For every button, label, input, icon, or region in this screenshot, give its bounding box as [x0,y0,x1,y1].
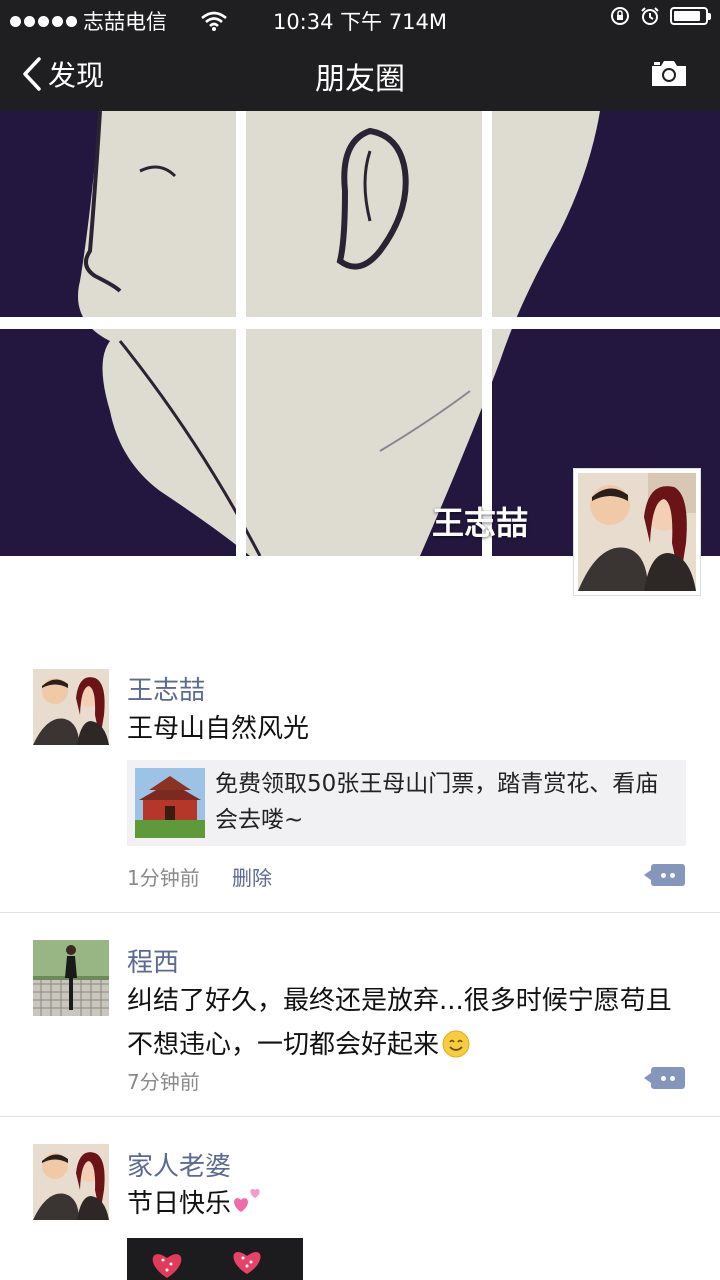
couple-avatar-photo [33,669,109,745]
status-bar: 志喆电信 10:34 下午 714M [0,0,720,36]
alarm-icon [641,7,659,25]
post-text: 王母山自然风光 [127,714,310,744]
post-author-name[interactable]: 王志喆 [127,670,205,707]
post-author-name[interactable]: 程西 [127,942,179,979]
post-text-content: 纠结了好久，最终还是放弃...很多时候宁愿苟且不想违心，一切都会好起来 [127,986,672,1060]
post-time: 7分钟前 [127,1070,200,1094]
delete-button[interactable]: 删除 [232,862,272,891]
nav-bar: 发现 朋友圈 [0,36,720,111]
comment-button[interactable] [644,864,685,886]
shared-link-title: 免费领取50张王母山门票，踏青赏花、看庙会去喽~ [215,771,659,833]
post-image[interactable] [127,1238,303,1280]
shared-link-card[interactable]: 免费领取50张王母山门票，踏青赏花、看庙会去喽~ [127,760,686,846]
profile-avatar[interactable] [573,468,701,596]
couple-avatar-photo [33,1144,109,1220]
rotation-lock-icon [611,7,629,25]
smile-emoji-icon [442,1030,470,1058]
post-avatar[interactable] [33,1144,109,1220]
post-divider [0,912,720,913]
heart-cookies-photo [127,1238,303,1280]
post-author-name[interactable]: 家人老婆 [127,1146,231,1183]
post-avatar[interactable] [33,940,109,1016]
battery-icon [670,7,711,25]
comment-button[interactable] [644,1067,685,1089]
status-right [610,6,711,26]
post-text: 纠结了好久，最终还是放弃...很多时候宁愿苟且不想违心，一切都会好起来 [127,979,687,1067]
hearts-emoji-icon [234,1188,260,1212]
shared-link-thumbnail [135,768,205,838]
woman-balcony-photo [33,940,109,1016]
couple-photo [578,473,696,591]
camera-icon[interactable] [650,58,688,88]
post-text: 节日快乐 [127,1182,687,1226]
post-time: 1分钟前 [127,866,200,890]
page-title: 朋友圈 [315,62,405,97]
post-avatar[interactable] [33,669,109,745]
cover-user-name: 王志喆 [432,504,529,542]
temple-thumbnail [135,768,205,838]
post-divider [0,1116,720,1117]
post-text-content: 节日快乐 [127,1189,232,1219]
